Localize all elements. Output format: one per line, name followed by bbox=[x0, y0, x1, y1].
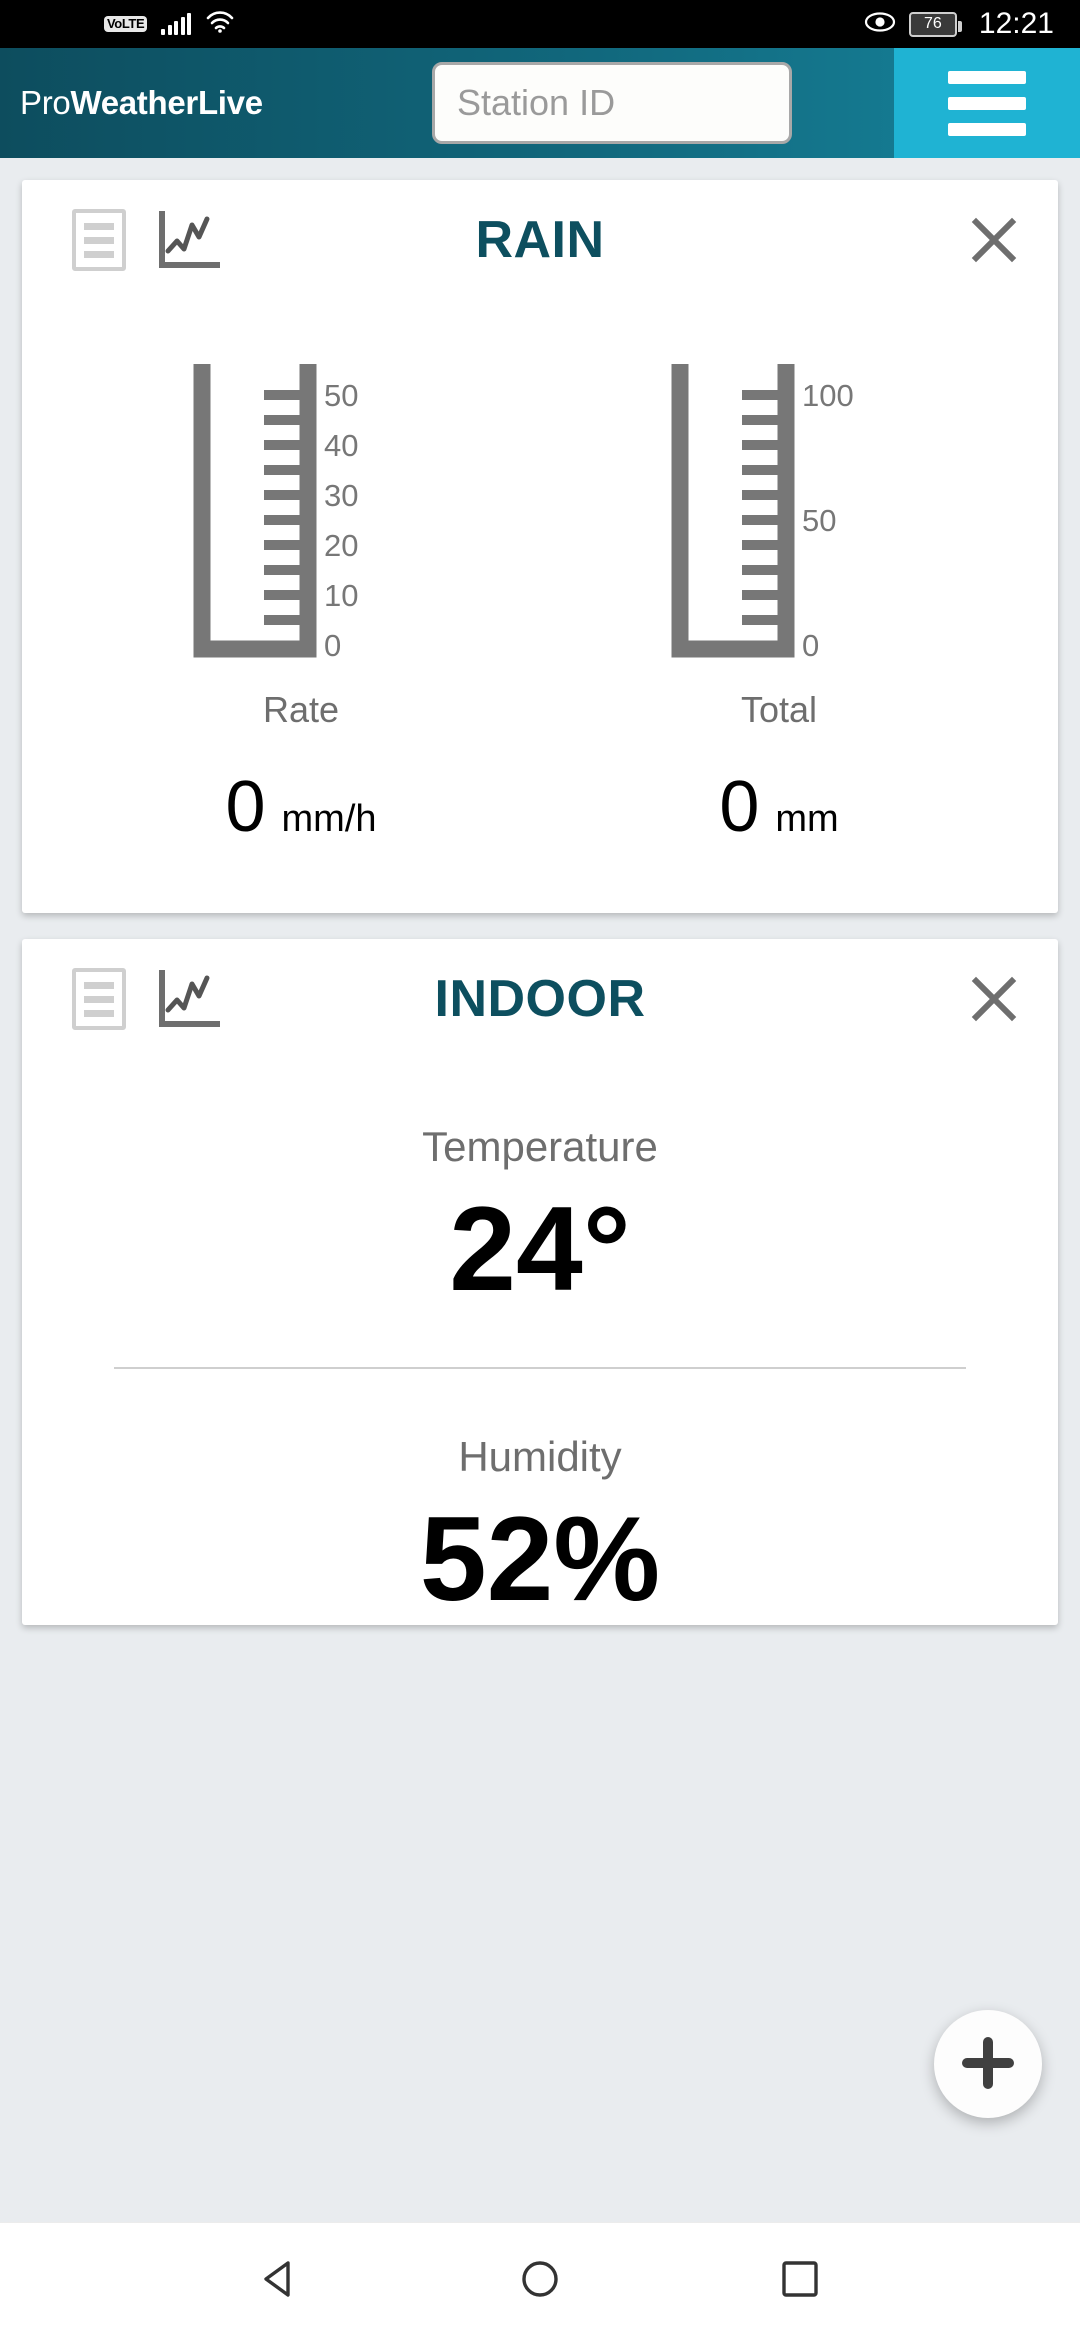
metric-divider bbox=[114, 1367, 966, 1369]
logo-prefix: Pro bbox=[20, 84, 71, 121]
svg-text:40: 40 bbox=[324, 428, 358, 463]
rate-gauge: 50 40 30 20 10 0 Rate bbox=[116, 360, 486, 731]
svg-text:10: 10 bbox=[324, 578, 358, 613]
humidity-value: 52% bbox=[419, 1492, 661, 1626]
status-bar-left: VoLTE bbox=[26, 10, 235, 39]
total-gauge-label: Total bbox=[740, 689, 818, 730]
indoor-card-header: INDOOR bbox=[22, 939, 1058, 1059]
svg-text:0: 0 bbox=[324, 628, 341, 663]
indoor-card: INDOOR Temperature 24° Humidity 52% bbox=[22, 939, 1058, 1625]
humidity-label: Humidity bbox=[458, 1433, 622, 1480]
svg-text:100: 100 bbox=[802, 378, 854, 413]
total-unit: mm bbox=[775, 798, 839, 840]
temperature-label: Temperature bbox=[422, 1123, 658, 1170]
svg-text:50: 50 bbox=[324, 378, 358, 413]
total-readout: 0 mm bbox=[594, 771, 964, 843]
rate-value: 0 bbox=[225, 767, 266, 847]
rain-gauges: 50 40 30 20 10 0 Rate 100 50 0 Total bbox=[22, 300, 1058, 731]
rain-card-header: RAIN bbox=[22, 180, 1058, 300]
plus-icon bbox=[959, 2034, 1017, 2095]
wifi-icon bbox=[205, 10, 235, 39]
line-chart-icon[interactable] bbox=[154, 966, 224, 1032]
add-card-button[interactable] bbox=[934, 2010, 1042, 2118]
status-bar: VoLTE 76 12:21 bbox=[0, 0, 1080, 48]
list-view-icon[interactable] bbox=[72, 209, 126, 271]
app-header: ProWeatherLive bbox=[0, 48, 1080, 158]
close-icon[interactable] bbox=[968, 973, 1020, 1025]
temperature-value: 24° bbox=[449, 1182, 631, 1316]
card-list: RAIN 50 40 30 20 10 0 Rate 100 50 0 Tota… bbox=[0, 158, 1080, 2268]
status-bar-right: 76 12:21 bbox=[863, 7, 1054, 41]
rate-gauge-label: Rate bbox=[262, 689, 340, 730]
back-triangle-icon[interactable] bbox=[256, 2255, 304, 2308]
logo-bold: WeatherLive bbox=[70, 84, 263, 121]
line-chart-icon[interactable] bbox=[154, 207, 224, 273]
app-logo: ProWeatherLive bbox=[0, 84, 330, 122]
total-value: 0 bbox=[719, 767, 760, 847]
rate-unit: mm/h bbox=[281, 798, 377, 840]
total-gauge: 100 50 0 Total bbox=[594, 360, 964, 731]
rate-readout: 0 mm/h bbox=[116, 771, 486, 843]
recents-square-icon[interactable] bbox=[776, 2255, 824, 2308]
humidity-metric: Humidity 52% bbox=[22, 1433, 1058, 1625]
station-id-input[interactable] bbox=[432, 62, 792, 144]
battery-icon: 76 bbox=[908, 11, 962, 37]
svg-text:30: 30 bbox=[324, 478, 358, 513]
hamburger-menu-icon[interactable] bbox=[894, 48, 1080, 158]
svg-text:20: 20 bbox=[324, 528, 358, 563]
rain-readouts: 0 mm/h 0 mm bbox=[22, 731, 1058, 913]
status-bar-clock: 12:21 bbox=[978, 7, 1054, 40]
rate-gauge-graphic: 50 40 30 20 10 0 bbox=[193, 364, 358, 663]
total-gauge-graphic: 100 50 0 bbox=[671, 364, 854, 663]
close-icon[interactable] bbox=[968, 214, 1020, 266]
android-nav-bar bbox=[0, 2222, 1080, 2340]
temperature-metric: Temperature 24° bbox=[22, 1123, 1058, 1315]
svg-text:50: 50 bbox=[802, 503, 836, 538]
volte-icon: VoLTE bbox=[104, 15, 148, 33]
list-view-icon[interactable] bbox=[72, 968, 126, 1030]
eye-icon bbox=[863, 10, 897, 39]
signal-bars-icon bbox=[161, 13, 192, 35]
home-circle-icon[interactable] bbox=[516, 2255, 564, 2308]
rain-card: RAIN 50 40 30 20 10 0 Rate 100 50 0 Tota… bbox=[22, 180, 1058, 913]
svg-text:0: 0 bbox=[802, 628, 819, 663]
station-input-wrapper bbox=[330, 62, 894, 144]
